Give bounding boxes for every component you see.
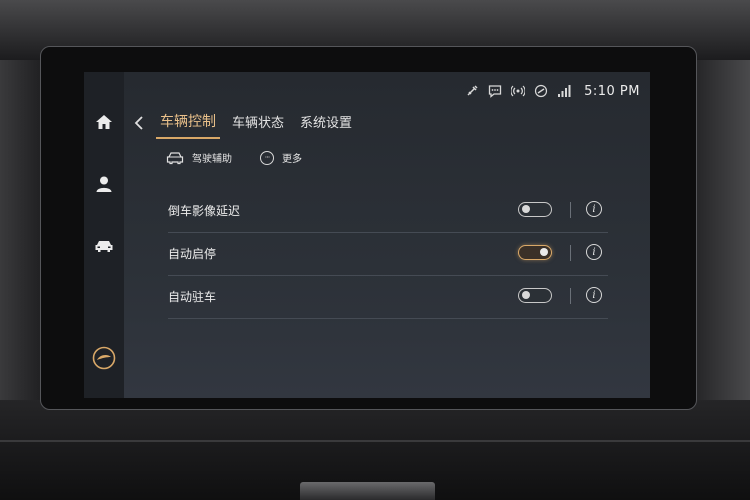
chevron-left-icon [134,116,143,130]
message-icon [488,85,502,98]
background-left [0,60,45,400]
sidebar-item-brand[interactable] [90,344,118,372]
back-button[interactable] [134,114,148,132]
info-icon[interactable]: i [586,201,602,217]
setting-row-auto-start-stop: 自动启停 i [168,233,608,276]
reverse-camera-delay-toggle[interactable] [518,202,552,217]
home-icon [96,115,112,129]
sidebar-item-home[interactable] [90,108,118,136]
auto-hold-toggle[interactable] [518,288,552,303]
clock: 5:10 PM [584,83,640,99]
divider [570,245,571,261]
settings-list: 倒车影像延迟 i 自动启停 i 自动驻车 i [168,190,608,319]
tab-system-settings[interactable]: 系统设置 [300,112,352,135]
usb-icon [467,85,478,96]
infotainment-screen: 5:10 PM 车辆控制 车辆状态 系统设置 驾驶辅助 ··· 更多 倒车影像延… [84,72,650,398]
signal-broadcast-icon [511,85,526,97]
more-dots-icon: ··· [260,150,274,165]
sub-navigation: 驾驶辅助 ··· 更多 [166,150,330,165]
brand-logo-icon [92,346,116,370]
air-vent [300,482,435,500]
sidebar [84,72,124,398]
divider [570,288,571,304]
sidebar-item-vehicle[interactable] [90,232,118,260]
setting-label: 倒车影像延迟 [168,204,241,218]
setting-row-auto-hold: 自动驻车 i [168,276,608,319]
setting-label: 自动启停 [168,247,217,261]
connected-icon [535,84,548,98]
tab-vehicle-control[interactable]: 车辆控制 [156,111,220,139]
dashboard-trim [0,440,750,442]
divider [570,202,571,218]
background-right [690,60,750,400]
user-icon [96,176,112,192]
cellular-signal-icon [558,85,571,97]
tab-vehicle-status[interactable]: 车辆状态 [232,112,284,135]
more-label: 更多 [282,154,302,165]
status-bar: 5:10 PM [465,82,650,100]
auto-start-stop-toggle[interactable] [518,245,552,260]
driving-assist-button[interactable]: 驾驶辅助 [166,150,232,165]
tab-bar: 车辆控制 车辆状态 系统设置 [134,108,368,139]
setting-label: 自动驻车 [168,290,217,304]
info-icon[interactable]: i [586,287,602,303]
sidebar-item-profile[interactable] [90,170,118,198]
more-button[interactable]: ··· 更多 [260,150,302,165]
setting-row-reverse-camera-delay: 倒车影像延迟 i [168,190,608,233]
info-icon[interactable]: i [586,244,602,260]
driving-assist-label: 驾驶辅助 [192,154,232,165]
car-icon [95,241,113,252]
car-front-icon [166,151,184,164]
